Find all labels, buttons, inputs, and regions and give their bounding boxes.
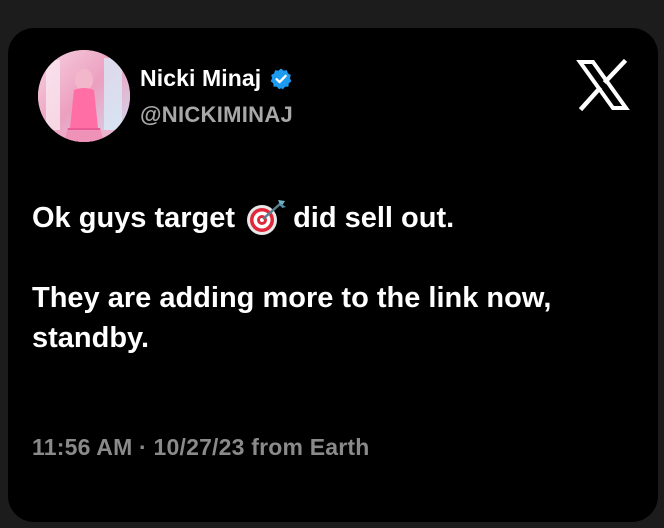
screenshot-frame: Nicki Minaj @NICKIMINAJ Ok guys target d… [0, 0, 664, 528]
avatar-image [38, 50, 130, 142]
author-name-row: Nicki Minaj [140, 65, 293, 92]
avatar[interactable] [38, 50, 130, 142]
tweet-card: Nicki Minaj @NICKIMINAJ Ok guys target d… [8, 28, 658, 522]
display-name[interactable]: Nicki Minaj [140, 65, 261, 92]
tweet-text-after-emoji: did sell out. [293, 202, 455, 234]
user-handle[interactable]: @NICKIMINAJ [140, 102, 293, 128]
x-logo-icon[interactable] [576, 58, 630, 112]
tweet-line-1: Ok guys target did sell out. [32, 198, 632, 238]
verified-badge-icon [269, 67, 293, 91]
tweet-body: Ok guys target did sell out. They are ad… [32, 198, 632, 358]
direct-hit-target-icon [245, 198, 287, 238]
tweet-timestamp[interactable]: 11:56 AM · 10/27/23 from Earth [32, 434, 370, 461]
tweet-text-before-emoji: Ok guys target [32, 202, 236, 234]
tweet-paragraph-2: They are adding more to the link now, st… [32, 282, 552, 354]
